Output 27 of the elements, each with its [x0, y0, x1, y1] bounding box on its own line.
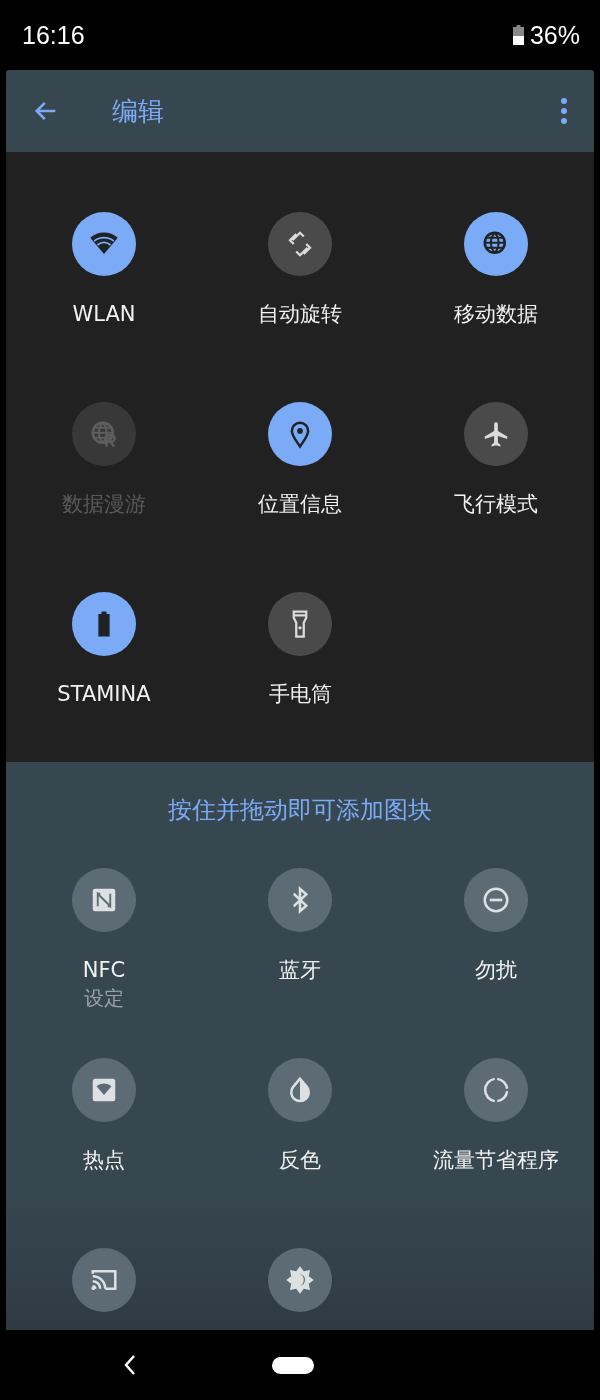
tile-label: 勿扰 — [475, 957, 517, 984]
globe-roaming-icon — [89, 419, 119, 449]
back-chevron-icon[interactable] — [122, 1353, 138, 1377]
ring-icon — [481, 1075, 511, 1105]
tile-label: 移动数据 — [454, 301, 538, 328]
drag-hint: 按住并拖动即可添加图块 — [168, 795, 432, 826]
battery-icon — [512, 25, 524, 45]
brightness-icon — [285, 1265, 315, 1295]
tile-label: 流量节省程序 — [433, 1147, 559, 1174]
tile-label: 蓝牙 — [279, 957, 321, 984]
tile-label: 飞行模式 — [454, 491, 538, 518]
tile-label: 反色 — [279, 1147, 321, 1174]
home-button[interactable] — [272, 1356, 314, 1374]
toolbar-title: 编辑 — [112, 94, 164, 128]
tile-label: 手电筒 — [268, 681, 332, 708]
tile-label: STAMINA — [57, 681, 151, 708]
minus-circle-icon — [481, 885, 511, 915]
status-time: 16:16 — [22, 20, 85, 50]
tile-label: 数据漫游 — [62, 491, 146, 518]
tile-label: 位置信息 — [258, 491, 342, 518]
tile-subtitle: 设定 — [84, 985, 124, 1012]
battery-percentage: 36% — [529, 20, 580, 50]
more-options-icon[interactable] — [560, 97, 568, 125]
tile-label: 热点 — [83, 1147, 125, 1174]
tile-label: NFC — [82, 957, 126, 984]
tile-label: WLAN — [72, 301, 136, 328]
tile-label: 自动旋转 — [258, 301, 342, 328]
